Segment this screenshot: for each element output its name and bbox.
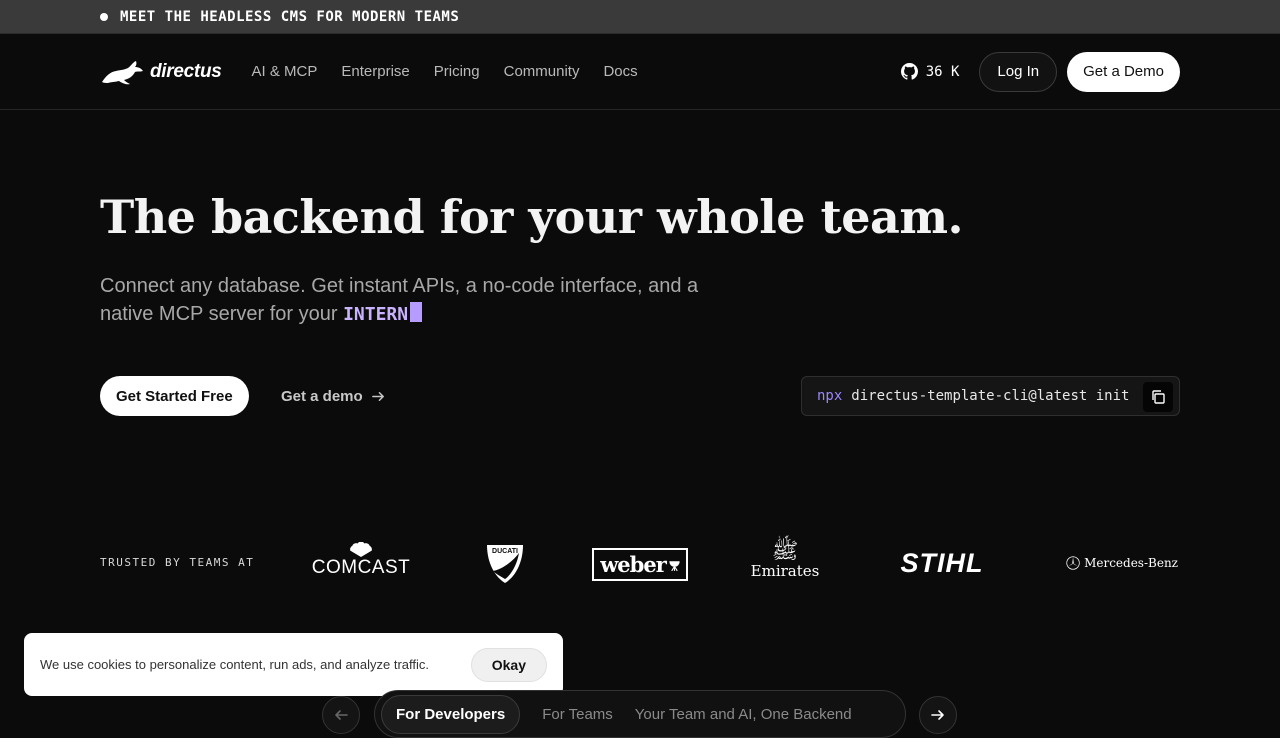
cli-command: directus-template-cli@latest init [851, 388, 1130, 404]
nav-link-enterprise[interactable]: Enterprise [341, 63, 409, 80]
ducati-wordmark: DUCATI [492, 548, 518, 555]
github-stars-link[interactable]: 36 K [900, 63, 960, 80]
login-button[interactable]: Log In [979, 51, 1058, 92]
nav-actions: 36 K Log In Get a Demo [900, 51, 1180, 92]
cookie-banner: We use cookies to personalize content, r… [24, 633, 563, 696]
arrow-right-icon [931, 710, 944, 720]
arrow-left-icon [335, 710, 348, 720]
bullet-dot-icon [100, 12, 108, 21]
brand-logos-strip: COMCAST DUCATI weber ﷺ Emirates STIHL Me… [290, 528, 1180, 598]
mercedes-wordmark: Mercedes-Benz [1084, 556, 1178, 570]
mercedes-logo: Mercedes-Benz [1066, 549, 1178, 577]
hero-title: The backend for your whole team. [100, 190, 964, 244]
mercedes-star-icon [1066, 556, 1080, 570]
typed-word: INTERN [343, 304, 409, 325]
directus-logo[interactable]: directus [100, 58, 222, 86]
banner-text: MEET THE HEADLESS CMS FOR MODERN TEAMS [120, 8, 460, 25]
hero-subtitle-line2: native MCP server for your [100, 303, 338, 325]
stihl-wordmark: STIHL [900, 548, 984, 578]
get-started-button[interactable]: Get Started Free [100, 376, 249, 416]
ducati-shield-icon: DUCATI [487, 545, 523, 583]
hero-subtitle-line1: Connect any database. Get instant APIs, … [100, 275, 699, 297]
cli-prefix: npx [817, 388, 843, 404]
ducati-logo: DUCATI [485, 543, 525, 585]
copy-icon [1152, 390, 1165, 404]
cookie-text: We use cookies to personalize content, r… [40, 657, 430, 672]
rabbit-logo-icon [102, 60, 143, 84]
logo-text: directus [150, 60, 222, 82]
weber-logo: weber [592, 548, 688, 581]
weber-wordmark: weber [600, 552, 667, 577]
get-demo-link[interactable]: Get a demo [281, 376, 386, 416]
comcast-logo: COMCAST [312, 542, 410, 579]
tab-for-developers[interactable]: For Developers [381, 694, 521, 734]
nav-link-pricing[interactable]: Pricing [434, 63, 480, 80]
github-icon [900, 63, 918, 80]
grill-icon [669, 561, 680, 571]
nav-link-ai-mcp[interactable]: AI & MCP [252, 63, 318, 80]
cli-command-box[interactable]: npx directus-template-cli@latest init [801, 376, 1180, 416]
arrow-right-icon [371, 391, 384, 401]
nav-link-community[interactable]: Community [504, 63, 580, 80]
stihl-logo: STIHL [894, 548, 990, 579]
top-navigation: directus AI & MCP Enterprise Pricing Com… [0, 34, 1280, 110]
feature-tabs: For Developers For Teams Your Team and A… [374, 690, 906, 738]
emirates-wordmark: Emirates [750, 562, 820, 580]
emirates-logo: ﷺ Emirates [750, 539, 820, 581]
carousel-next-button[interactable] [919, 696, 957, 734]
announcement-banner[interactable]: MEET THE HEADLESS CMS FOR MODERN TEAMS [0, 0, 1280, 34]
emirates-calligraphy-icon: ﷺ [771, 539, 799, 564]
trusted-label: TRUSTED BY TEAMS AT [100, 556, 255, 569]
carousel-prev-button[interactable] [322, 696, 360, 734]
copy-button[interactable] [1143, 382, 1173, 412]
cookie-okay-button[interactable]: Okay [470, 647, 547, 682]
hero-subtitle: Connect any database. Get instant APIs, … [100, 272, 760, 329]
typing-cursor [410, 302, 423, 322]
peacock-icon [350, 542, 372, 557]
github-star-count: 36 K [925, 63, 960, 80]
get-demo-link-label: Get a demo [281, 387, 363, 405]
comcast-wordmark: COMCAST [311, 557, 411, 578]
nav-links: AI & MCP Enterprise Pricing Community Do… [252, 63, 638, 80]
get-demo-button[interactable]: Get a Demo [1067, 51, 1180, 92]
nav-link-docs[interactable]: Docs [603, 63, 637, 80]
